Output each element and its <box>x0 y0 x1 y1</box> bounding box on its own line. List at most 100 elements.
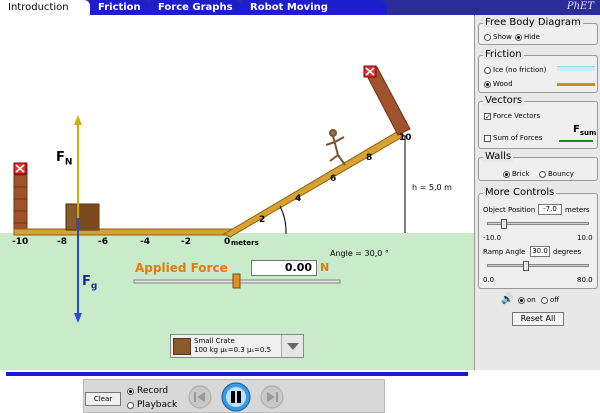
clear-button[interactable]: Clear <box>85 392 121 406</box>
ramp[interactable] <box>222 129 405 238</box>
ice-swatch <box>557 66 595 71</box>
force-vectors-checkbox[interactable]: ✓ Force Vectors <box>484 112 540 120</box>
scene-canvas <box>0 65 474 370</box>
ramp-angle-slider-thumb[interactable] <box>523 261 529 271</box>
object-position-label: Object Position <box>483 206 536 214</box>
ramp-tick-label: 8 <box>366 153 373 163</box>
ramp-tick-label: 6 <box>330 174 337 184</box>
ramp-angle-max: 80.0 <box>577 276 593 284</box>
group-title: Free Body Diagram <box>483 17 583 28</box>
height-label: h = 5,0 m <box>412 183 452 192</box>
phet-logo: PhET <box>566 1 594 12</box>
axis-tick-label: -10 <box>12 237 29 247</box>
object-position-unit: meters <box>565 206 590 214</box>
crate[interactable] <box>65 203 100 231</box>
pause-icon[interactable] <box>221 382 251 412</box>
object-position-input[interactable]: -7.0 <box>538 204 562 215</box>
object-position-slider-thumb[interactable] <box>501 219 507 229</box>
applied-force-label: Applied Force <box>135 261 228 275</box>
playback-controls: Clear Record Playback <box>0 370 600 413</box>
angle-label: Angle = 30,0 ° <box>330 249 389 258</box>
record-radio[interactable]: Record <box>127 386 168 396</box>
ground-plank <box>13 228 233 236</box>
speaker-icon: 🔊 <box>501 294 514 305</box>
tab-force-graphs[interactable]: Force Graphs <box>150 0 242 15</box>
ramp-angle-slider-track[interactable] <box>487 264 589 267</box>
transport-buttons <box>188 382 284 412</box>
wood-swatch <box>557 83 595 86</box>
radio-icon <box>127 401 134 409</box>
step-forward-icon[interactable] <box>260 385 284 409</box>
fbd-hide-radio[interactable]: Hide <box>515 33 540 41</box>
ramp-tick-label: 4 <box>295 194 302 204</box>
free-body-diagram-group: Free Body Diagram Show Hide <box>478 17 598 45</box>
walls-brick-radio[interactable]: Brick <box>503 170 530 178</box>
gravity-force-label: Fg <box>82 274 98 292</box>
normal-force-label: FN <box>56 150 73 168</box>
ramp-tick-label: 2 <box>259 215 266 225</box>
reset-all-button[interactable]: Reset All <box>512 312 564 326</box>
ramp-angle-input[interactable]: 30.0 <box>530 246 550 257</box>
walls-bouncy-radio[interactable]: Bouncy <box>539 170 574 178</box>
simulation-scene: -10 -8 -6 -4 -2 0 meters 2 4 6 8 10 FN F… <box>0 15 474 370</box>
fsum-arrow-icon <box>559 140 593 142</box>
checkbox-icon <box>484 134 491 142</box>
friction-group: Friction Ice (no friction) Wood <box>478 49 598 93</box>
chevron-down-icon[interactable] <box>281 335 303 357</box>
object-selector[interactable]: Small Crate 100 kg μₖ=0.3 μₛ=0.5 <box>170 334 304 358</box>
ramp-angle-min: 0.0 <box>483 276 495 284</box>
close-icon[interactable] <box>363 65 377 78</box>
axis-tick-label: -4 <box>140 237 150 247</box>
radio-selected-icon <box>484 80 491 88</box>
angle-arc <box>279 205 287 235</box>
tab-introduction[interactable]: Introduction <box>0 0 90 15</box>
radio-icon <box>484 66 491 74</box>
tab-bar: Introduction Friction Force Graphs Robot… <box>0 0 600 28</box>
group-title: Vectors <box>483 95 525 106</box>
ramp-tick-label: 10 <box>399 133 412 143</box>
radio-icon <box>484 33 491 41</box>
object-position-max: 10.0 <box>577 234 593 242</box>
group-title: More Controls <box>483 187 557 198</box>
radio-selected-icon <box>518 296 525 304</box>
robot-figure <box>325 129 346 166</box>
checkmark-icon: ✓ <box>484 112 491 121</box>
group-title: Walls <box>483 151 514 162</box>
sound-off-radio[interactable]: off <box>541 296 559 304</box>
applied-force-unit: N <box>320 261 330 274</box>
playback-radio[interactable]: Playback <box>127 400 177 410</box>
step-back-icon[interactable] <box>188 385 212 409</box>
app-window: Introduction Friction Force Graphs Robot… <box>0 0 600 413</box>
axis-tick-label: -6 <box>98 237 108 247</box>
radio-selected-icon <box>515 33 522 41</box>
radio-icon <box>539 170 546 178</box>
more-controls-group: More Controls Object Position -7.0 meter… <box>478 187 598 289</box>
close-icon[interactable] <box>13 162 27 175</box>
applied-force-input[interactable]: 0.00 <box>251 260 317 276</box>
fbd-show-radio[interactable]: Show <box>484 33 512 41</box>
walls-group: Walls Brick Bouncy <box>478 151 598 181</box>
group-title: Friction <box>483 49 524 60</box>
friction-wood-radio[interactable]: Wood <box>484 80 513 88</box>
friction-ice-radio[interactable]: Ice (no friction) <box>484 66 546 74</box>
timeline-bar[interactable] <box>6 372 468 376</box>
ramp-angle-unit: degrees <box>553 248 582 256</box>
radio-selected-icon <box>127 387 134 395</box>
axis-tick-label: -2 <box>181 237 191 247</box>
radio-selected-icon <box>503 170 510 178</box>
axis-unit: meters <box>231 239 259 247</box>
object-properties: 100 kg μₖ=0.3 μₛ=0.5 <box>194 346 272 354</box>
fsum-label: Fsum <box>573 124 597 137</box>
normal-force-arrow <box>74 115 82 218</box>
tab-friction[interactable]: Friction <box>90 0 150 15</box>
object-name: Small Crate <box>194 337 235 345</box>
sound-on-radio[interactable]: on <box>518 296 536 304</box>
axis-tick-label: 0 <box>224 237 231 247</box>
radio-icon <box>541 296 548 304</box>
sum-of-forces-checkbox[interactable]: Sum of Forces <box>484 134 542 142</box>
axis-tick-label: -8 <box>57 237 67 247</box>
vectors-group: Vectors ✓ Force Vectors Sum of Forces Fsu… <box>478 95 598 149</box>
tab-robot-moving-company[interactable]: Robot Moving Company <box>242 0 387 28</box>
crate-thumbnail-icon <box>173 338 191 355</box>
object-position-min: -10.0 <box>483 234 502 242</box>
